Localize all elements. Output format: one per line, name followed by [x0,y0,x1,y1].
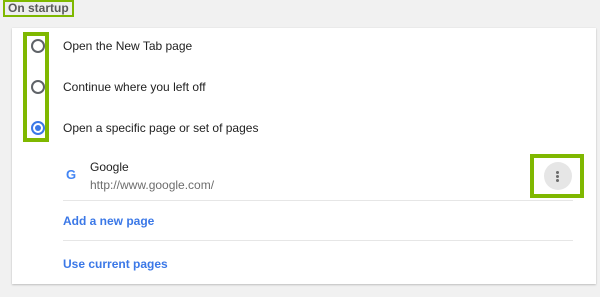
page-name: Google [90,160,129,174]
page-url: http://www.google.com/ [90,178,215,192]
option-specific-pages-label: Open a specific page or set of pages [63,121,259,135]
section-title: On startup [3,0,74,17]
add-new-page-link[interactable]: Add a new page [63,214,154,228]
option-continue-label: Continue where you left off [63,80,206,94]
divider [63,200,573,201]
more-vert-icon-dot-3 [556,179,559,182]
option-continue[interactable]: Continue where you left off [12,68,596,108]
more-vert-icon [556,171,559,174]
option-specific-pages[interactable]: Open a specific page or set of pages [12,109,596,149]
use-current-pages-link[interactable]: Use current pages [63,257,168,271]
more-actions-button[interactable] [544,162,572,190]
option-new-tab-label: Open the New Tab page [63,39,193,53]
divider [63,240,573,241]
option-new-tab[interactable]: Open the New Tab page [12,27,596,67]
more-vert-icon-dot-2 [556,175,559,178]
google-favicon-icon: G [65,167,77,182]
radio-highlight-box [23,32,49,142]
